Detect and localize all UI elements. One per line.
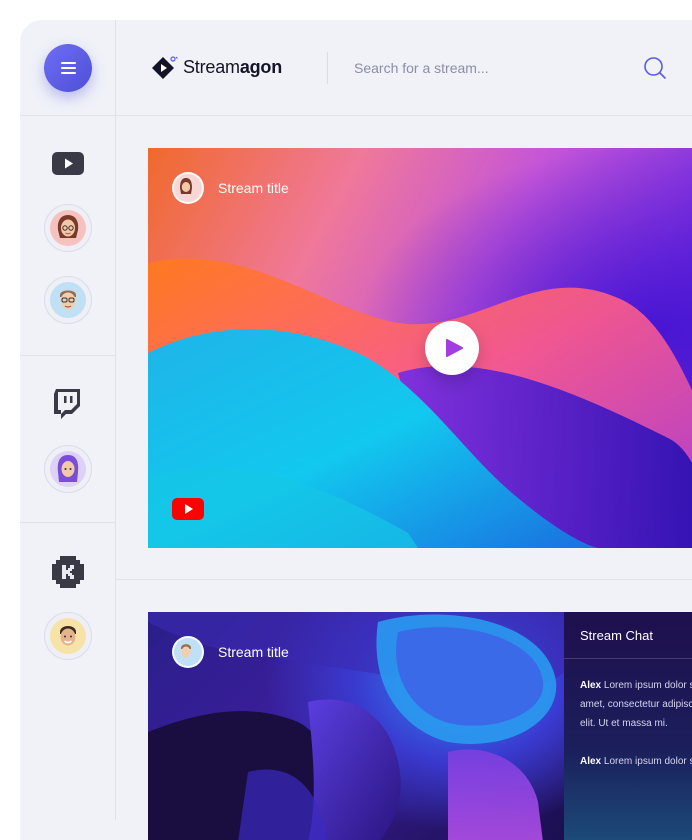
- stream-thumbnail: Stream title: [148, 612, 564, 840]
- stream-chat: Stream Chat Alex Lorem ipsum dolor sit a…: [564, 612, 692, 840]
- sidebar-divider: [20, 522, 115, 523]
- channel-avatar[interactable]: [44, 276, 92, 324]
- streamer-avatar[interactable]: [172, 172, 204, 204]
- streamer-avatar[interactable]: [172, 636, 204, 668]
- stream-header: Stream title: [172, 172, 289, 204]
- youtube-icon[interactable]: [52, 152, 84, 175]
- chat-text: Lorem ipsum dolor sit: [603, 756, 692, 767]
- section-divider: [116, 579, 692, 580]
- menu-button[interactable]: [44, 44, 92, 92]
- brand-name-regular: Stream: [183, 57, 240, 77]
- stream-title[interactable]: Stream title: [218, 644, 289, 660]
- stream-card[interactable]: Stream title Stream Chat Alex Lorem ipsu…: [148, 612, 692, 840]
- chat-text: Lorem ipsum dolor sit: [603, 680, 692, 691]
- twitch-icon[interactable]: [53, 388, 81, 419]
- sidebar-header: [20, 20, 115, 116]
- channel-avatar[interactable]: [44, 612, 92, 660]
- avatar-icon: [180, 178, 192, 194]
- avatar-icon: [181, 644, 191, 658]
- search-icon[interactable]: [643, 56, 667, 80]
- avatar-icon: [60, 626, 76, 646]
- play-icon: [446, 339, 463, 357]
- chat-divider: [564, 658, 692, 659]
- kick-icon[interactable]: [52, 556, 84, 588]
- chat-message: Alex Lorem ipsum dolor sit amet, consect…: [580, 676, 692, 733]
- avatar-icon: [57, 215, 79, 238]
- logo-icon[interactable]: [152, 56, 178, 80]
- play-button[interactable]: [425, 321, 479, 375]
- brand-name-bold: agon: [239, 57, 283, 77]
- chat-text: elit. Ut et massa mi.: [580, 718, 668, 729]
- app-window: Streamagon Search for a stream... Stream…: [20, 20, 692, 840]
- avatar-icon: [57, 455, 79, 482]
- stream-header: Stream title: [172, 636, 289, 668]
- stream-card[interactable]: Stream title: [148, 148, 692, 548]
- search-input[interactable]: [354, 53, 604, 83]
- header-divider: [327, 52, 328, 84]
- chat-message: Alex Lorem ipsum dolor sit: [580, 752, 692, 771]
- avatar-icon: [60, 290, 76, 310]
- sidebar: [20, 20, 116, 820]
- stream-thumbnail: [148, 258, 692, 548]
- channel-avatar[interactable]: [44, 445, 92, 493]
- brand-name[interactable]: Streamagon: [183, 57, 282, 78]
- top-bar: Streamagon: [116, 20, 692, 116]
- youtube-icon: [172, 498, 204, 520]
- stream-title[interactable]: Stream title: [218, 180, 289, 196]
- chat-text: amet, consectetur adipiscing: [580, 699, 692, 710]
- chat-user[interactable]: Alex: [580, 756, 601, 767]
- channel-avatar[interactable]: [44, 204, 92, 252]
- chat-user[interactable]: Alex: [580, 680, 601, 691]
- chat-title: Stream Chat: [580, 628, 653, 643]
- sidebar-divider: [20, 355, 115, 356]
